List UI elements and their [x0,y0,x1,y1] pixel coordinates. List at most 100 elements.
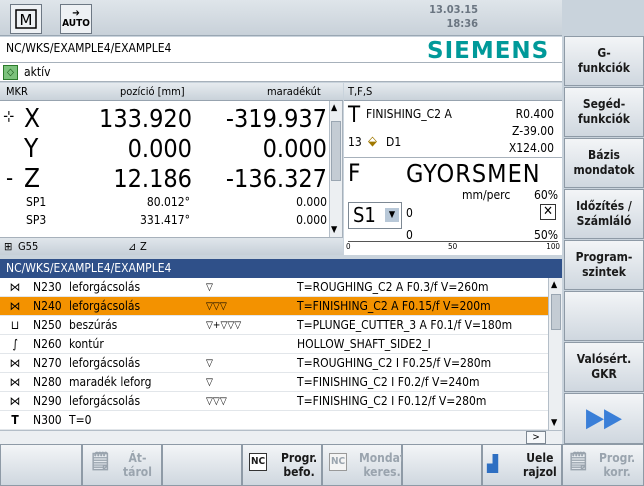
scroll-up-icon[interactable]: ▲ [331,103,337,113]
scroll-down-icon[interactable]: ▼ [551,418,557,428]
tool-params: T=ROUGHING_C2 A F0.3/f V=260m [297,280,489,294]
mkr-header: MKR pozíció [mm] maradékút [0,83,343,101]
softkey-label: Segéd- funkciók [578,97,630,126]
list-scrollbar[interactable]: ▲ ▼ [548,278,562,430]
program-row[interactable]: T N300 T=0 [0,411,548,430]
chevron-down-icon[interactable]: ▼ [385,208,399,222]
spindle-name: SP1 [26,195,47,209]
softkey-basic-blocks[interactable]: Bázis mondatok [564,138,644,188]
drawing-icon: ▟ [487,454,499,473]
scale-50: 50 [448,242,458,251]
tool-params: T=FINISHING_C2 I F0.12/f V=280m [297,394,487,408]
tfs-header: T,F,S [344,83,562,101]
hsoftkey-3[interactable] [162,444,242,486]
hsoftkey-7[interactable] [402,444,482,486]
axis-name: Z [24,164,41,194]
program-row[interactable]: ⋈ N230 leforgácsolás ▽ T=ROUGHING_C2 A F… [0,278,548,297]
hsoftkey-block-search[interactable]: NC Mondat keres. [322,444,406,486]
scroll-right-icon[interactable]: > [526,431,546,444]
auto-label: AUTO [62,18,90,29]
scroll-thumb[interactable] [331,121,341,181]
program-row[interactable]: ⋈ N280 maradék leforg ▽ T=FINISHING_C2 I… [0,373,548,392]
tool-x: X124.00 [508,141,554,155]
axis-row-z: - Z 12.186 -136.327 [0,164,330,194]
spindle-select[interactable]: S1 ▼ [348,202,402,229]
machining-type: ▽ [206,282,213,293]
program-row[interactable]: ⋈ N240 leforgácsolás ▽▽▽ T=FINISHING_C2 … [0,297,548,316]
tool-z: Z-39.00 [512,124,554,138]
scale-100: 100 [546,242,560,251]
program-row[interactable]: ∫ N260 kontúr HOLLOW_SHAFT_SIDE2_I [0,335,548,354]
hsoftkey-label: Progr. korr. [599,451,636,479]
hsoftkey-1[interactable] [0,444,82,486]
axis-position: 0.000 [127,134,192,163]
tool-radius: R0.400 [515,107,554,121]
softkey-program-levels[interactable]: Program- szintek [564,240,644,290]
hsoftkey-simultaneous-recording[interactable]: ▟ Uele rajzol [482,444,562,486]
block-number: N250 [33,318,62,332]
scroll-down-icon[interactable]: ▼ [331,225,337,235]
col-remaining: maradékút [267,85,321,98]
operation: leforgácsolás [69,356,141,370]
tool-letter: T [348,103,361,128]
axis-remaining: -319.937 [225,104,327,133]
auto-mode-button[interactable]: ➔ AUTO [60,4,92,34]
divider [344,157,562,158]
siemens-logo: SIEMENS [427,38,550,64]
softkey-aux-functions[interactable]: Segéd- funkciók [564,87,644,137]
horizontal-scrollbar[interactable]: > [0,430,562,444]
spindle-remaining: 0.000 [296,213,327,227]
hsoftkey-label: Uele rajzol [523,451,557,479]
program-path-bar: NC/WKS/EXAMPLE4/EXAMPLE4 SIEMENS [0,37,562,64]
machining-type: ▽▽▽ [206,301,227,312]
spindle-position: 80.012° [146,195,190,209]
machining-type: ▽ [206,377,213,388]
axes-panel: ⊹ X 133.920 -319.937 Y 0.000 0.000 - Z 1… [0,101,343,237]
program-row[interactable]: ⊔ N250 beszúrás ▽+▽▽▽ T=PLUNGE_CUTTER_3 … [0,316,548,335]
program-list[interactable]: ⋈ N230 leforgácsolás ▽ T=ROUGHING_C2 A F… [0,278,562,430]
softkey-empty[interactable] [564,291,644,341]
scroll-thumb[interactable] [551,294,561,330]
spindle-actual: 0 [406,228,413,242]
tool-params: T=FINISHING_C2 I F0.2/f V=240m [297,375,480,389]
block-number: N290 [33,394,62,408]
axis-name: X [24,104,41,134]
machining-type: ▽+▽▽▽ [206,320,242,331]
program-row[interactable]: ⋈ N290 leforgácsolás ▽▽▽ T=FINISHING_C2 … [0,392,548,411]
operation: leforgácsolás [69,394,141,408]
hsoftkey-program-correct[interactable]: 🗒 Progr. korr. [562,444,644,486]
axis-row-x: ⊹ X 133.920 -319.937 [0,104,330,134]
machining-type: ▽▽▽ [206,396,227,407]
axis-row-y: Y 0.000 0.000 [0,134,330,164]
softkey-timer-counter[interactable]: Időzítés / Számláló [564,189,644,239]
tool-change-icon: T [11,413,19,427]
softkey-next[interactable]: ▶▶ [564,393,644,444]
spindle-select-value: S1 [353,203,376,227]
softkey-actual-values-wcs[interactable]: Valósért. GKR [564,342,644,392]
groove-icon: ⊔ [10,318,20,332]
hsoftkey-program-control[interactable]: NC Progr. befo. [242,444,322,486]
axes-scrollbar[interactable]: ▲ ▼ [329,101,342,237]
block-number: N230 [33,280,62,294]
feed-unit: mm/perc [462,188,511,202]
status-label: aktív [24,65,51,79]
program-row[interactable]: ⋈ N270 leforgácsolás ▽ T=ROUGHING_C2 I F… [0,354,548,373]
minus-direction-icon: - [6,166,14,191]
cycle-icon: ⋈ [9,375,21,389]
cycle-icon: ⋈ [9,356,21,370]
machine-mode-icon[interactable]: M [10,4,42,34]
scroll-up-icon[interactable]: ▲ [551,280,557,290]
hsoftkey-label: Mondat keres. [359,451,406,479]
hsoftkey-transfer[interactable]: 🗒 Át- tárol [82,444,162,486]
operation: kontúr [69,337,104,351]
cycle-icon: ⋈ [9,299,21,313]
block-number: N270 [33,356,62,370]
nc-icon: NC [249,453,268,471]
hsoftkey-label: Át- tárol [123,451,152,479]
spindle-position: 331.417° [139,213,190,227]
tool-d: D1 [386,135,402,149]
contour-icon: ∫ [12,337,18,351]
softkey-g-functions[interactable]: G- funkciók [564,36,644,86]
softkey-label: Bázis mondatok [573,148,635,177]
program-header: NC/WKS/EXAMPLE4/EXAMPLE4 [0,259,562,278]
